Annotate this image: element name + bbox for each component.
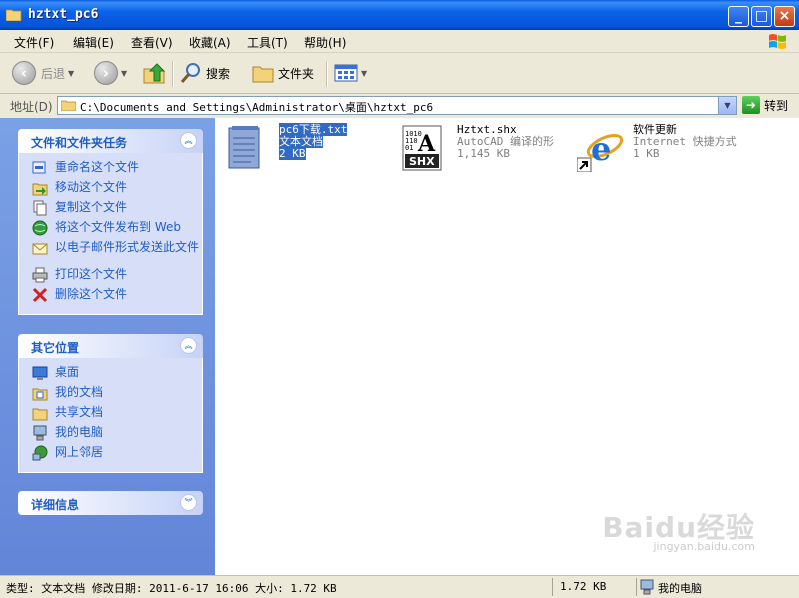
back-label: 后退 xyxy=(41,66,66,81)
file-tasks-panel: 文件和文件夹任务 ︽ 重命名这个文件 移动这个文件 复制这个文件 将这个文件发布… xyxy=(18,129,203,315)
internet-shortcut-icon: e xyxy=(577,130,624,172)
place-shared-documents[interactable]: 共享文档 xyxy=(19,404,202,424)
file-tasks-header[interactable]: 文件和文件夹任务 ︽ xyxy=(18,129,203,153)
status-location: 我的电脑 xyxy=(658,582,702,595)
address-input[interactable]: C:\Documents and Settings\Administrator\… xyxy=(57,96,737,115)
folder-icon xyxy=(61,100,76,111)
menu-help[interactable]: 帮助(H) xyxy=(304,34,346,51)
move-icon xyxy=(32,183,48,196)
watermark-url: jingyan.baidu.com xyxy=(653,540,755,553)
menu-tools[interactable]: 工具(T) xyxy=(247,34,288,51)
go-button[interactable]: ➜ 转到 xyxy=(742,96,788,114)
up-folder-button[interactable] xyxy=(142,59,166,87)
status-size: 1.72 KB xyxy=(560,580,607,593)
address-dropdown-button[interactable]: ▼ xyxy=(718,97,736,114)
search-button[interactable]: 搜索 xyxy=(180,59,230,87)
status-info: 类型: 文本文档 修改日期: 2011-6-17 16:06 大小: 1.72 … xyxy=(6,582,337,595)
go-label: 转到 xyxy=(764,98,789,113)
shared-folder-icon xyxy=(32,408,48,421)
chevron-down-icon: ▼ xyxy=(361,68,368,78)
details-header[interactable]: 详细信息 ︾ xyxy=(18,491,203,515)
up-folder-icon xyxy=(143,63,166,84)
folder-icon xyxy=(6,9,22,21)
chevron-down-icon: ▼ xyxy=(121,68,128,78)
window-title: hztxt_pc6 xyxy=(28,7,99,22)
file-tasks-title: 文件和文件夹任务 xyxy=(31,136,128,150)
folders-button[interactable]: 文件夹 xyxy=(252,59,314,87)
back-arrow-icon: ‹ xyxy=(12,61,36,85)
close-button[interactable]: × xyxy=(774,6,795,27)
email-icon xyxy=(32,243,48,255)
status-bar: 类型: 文本文档 修改日期: 2011-6-17 16:06 大小: 1.72 … xyxy=(0,575,799,598)
details-panel: 详细信息 ︾ xyxy=(18,491,203,515)
file-item-software-update[interactable]: e 软件更新 Internet 快捷方式 1 KB xyxy=(577,124,737,172)
menu-file[interactable]: 文件(F) xyxy=(14,34,54,51)
task-copy[interactable]: 复制这个文件 xyxy=(19,199,202,219)
title-bar: hztxt_pc6 _ □ × xyxy=(0,0,799,30)
shx-font-icon: 1010 110 01 A SHX xyxy=(402,125,442,171)
views-button[interactable]: ▼ xyxy=(334,59,367,87)
file-item-hztxt-shx[interactable]: 1010 110 01 A SHX Hztxt.shx AutoCAD 编译的形… xyxy=(401,124,554,172)
forward-arrow-icon: › xyxy=(94,61,118,85)
task-delete[interactable]: 删除这个文件 xyxy=(19,286,202,306)
task-email[interactable]: 以电子邮件形式发送此文件 xyxy=(19,239,202,266)
task-publish-web[interactable]: 将这个文件发布到 Web xyxy=(19,219,202,239)
file-size: 1 KB xyxy=(633,147,660,160)
network-icon xyxy=(32,445,48,461)
task-pane: 文件和文件夹任务 ︽ 重命名这个文件 移动这个文件 复制这个文件 将这个文件发布… xyxy=(0,118,215,575)
place-network[interactable]: 网上邻居 xyxy=(19,444,202,464)
file-size: 2 KB xyxy=(279,147,306,160)
other-places-panel: 其它位置 ︽ 桌面 我的文档 共享文档 我的电脑 网上邻居 xyxy=(18,334,203,473)
my-documents-icon xyxy=(32,388,48,401)
svg-text:A: A xyxy=(417,131,436,157)
go-arrow-icon: ➜ xyxy=(742,96,760,114)
maximize-button[interactable]: □ xyxy=(751,6,772,27)
views-icon xyxy=(334,64,358,82)
printer-icon xyxy=(32,267,48,283)
windows-logo-icon xyxy=(769,34,786,49)
delete-x-icon xyxy=(32,287,48,303)
svg-text:e: e xyxy=(591,130,611,168)
address-path: C:\Documents and Settings\Administrator\… xyxy=(80,101,434,114)
rename-icon xyxy=(32,161,46,174)
other-places-header[interactable]: 其它位置 ︽ xyxy=(18,334,203,358)
folders-label: 文件夹 xyxy=(278,66,315,81)
folders-icon xyxy=(252,66,274,83)
place-desktop[interactable]: 桌面 xyxy=(19,364,202,384)
place-my-documents[interactable]: 我的文档 xyxy=(19,384,202,404)
text-document-icon xyxy=(228,126,260,169)
address-bar: 地址(D) C:\Documents and Settings\Administ… xyxy=(0,94,799,119)
task-move[interactable]: 移动这个文件 xyxy=(19,179,202,199)
minimize-button[interactable]: _ xyxy=(728,6,749,27)
menu-favorites[interactable]: 收藏(A) xyxy=(189,34,231,51)
menu-view[interactable]: 查看(V) xyxy=(131,34,173,51)
other-places-title: 其它位置 xyxy=(31,341,80,355)
menu-bar: 文件(F) 编辑(E) 查看(V) 收藏(A) 工具(T) 帮助(H) xyxy=(0,30,799,53)
collapse-chevron-icon[interactable]: ︽ xyxy=(180,337,197,354)
chevron-down-icon: ▼ xyxy=(68,68,75,78)
desktop-icon xyxy=(32,366,48,380)
back-button[interactable]: ‹ 后退 ▼ xyxy=(12,59,74,87)
copy-icon xyxy=(33,200,47,216)
svg-text:01: 01 xyxy=(405,144,413,152)
file-size: 1,145 KB xyxy=(457,147,510,160)
computer-icon xyxy=(33,425,47,441)
collapse-chevron-icon[interactable]: ︽ xyxy=(180,132,197,149)
expand-chevron-icon[interactable]: ︾ xyxy=(180,494,197,511)
details-title: 详细信息 xyxy=(31,498,80,512)
task-print[interactable]: 打印这个文件 xyxy=(19,266,202,286)
search-label: 搜索 xyxy=(206,66,231,81)
menu-edit[interactable]: 编辑(E) xyxy=(73,34,114,51)
file-item-pc6-txt[interactable]: pc6下载.txt 文本文档 2 KB xyxy=(223,123,348,172)
forward-button[interactable]: › ▼ xyxy=(94,59,127,87)
svg-text:SHX: SHX xyxy=(409,155,435,168)
computer-icon xyxy=(640,579,654,595)
toolbar: ‹ 后退 ▼ › ▼ 搜索 文件夹 ▼ xyxy=(0,53,799,94)
search-icon xyxy=(180,63,200,83)
globe-icon xyxy=(32,220,48,236)
address-label: 地址(D) xyxy=(10,100,53,114)
task-rename[interactable]: 重命名这个文件 xyxy=(19,159,202,179)
place-my-computer[interactable]: 我的电脑 xyxy=(19,424,202,444)
